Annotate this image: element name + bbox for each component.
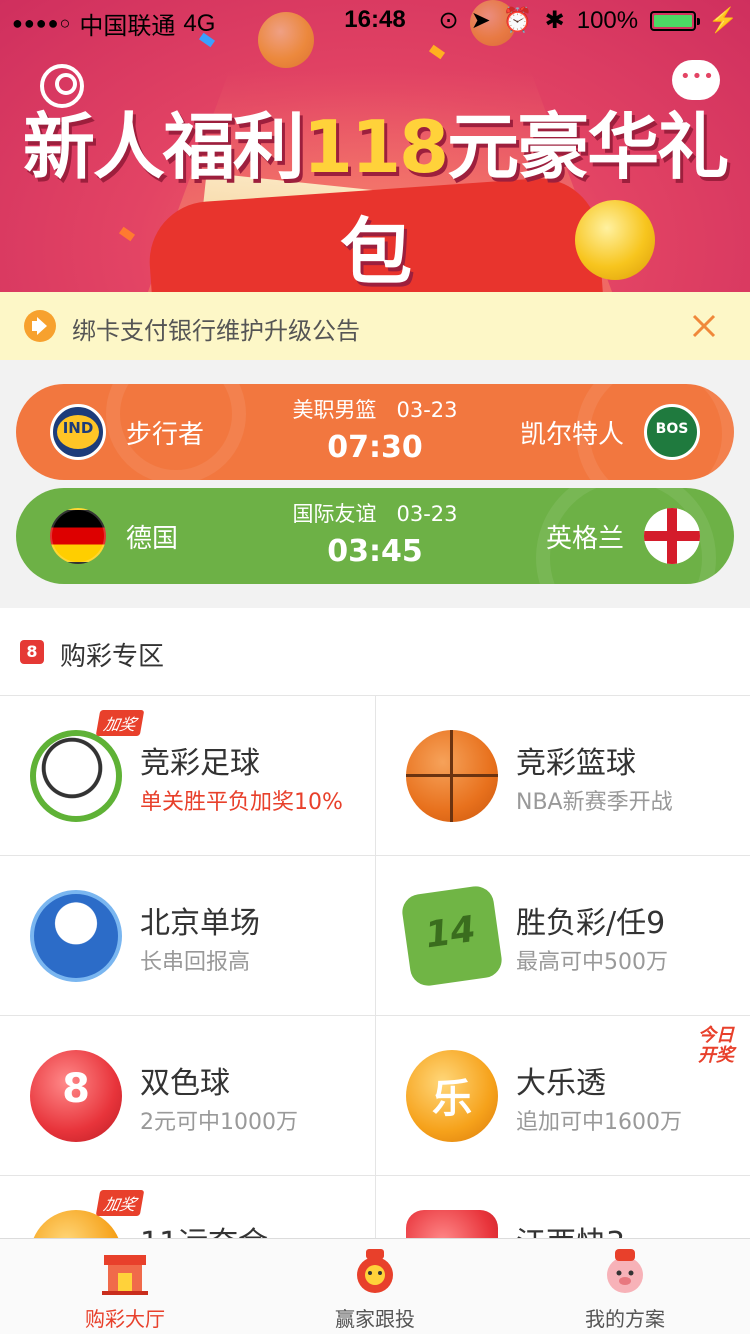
bonus-tag: 加奖 [95, 1190, 145, 1216]
section-badge: 8 [20, 640, 44, 664]
super-lotto-icon: 乐 [406, 1050, 498, 1142]
lottery-subtitle: 追加可中1600万 [516, 1110, 682, 1135]
away-team-name: 凯尔特人 [519, 420, 624, 450]
lottery-section: 8 购彩专区 加奖 竞彩足球 单关胜平负加奖10% 竞彩篮球 NBA新赛季开战 … [0, 608, 750, 1334]
tab-label: 购彩大厅 [85, 1307, 165, 1331]
beijing-single-icon [30, 890, 122, 982]
lottery-item-dlt[interactable]: 乐 今日开奖 大乐透 追加可中1600万 [375, 1016, 750, 1176]
lottery-name: 双色球 [140, 1066, 230, 1101]
match-time: 03:45 [327, 534, 423, 569]
lottery-subtitle: 最高可中500万 [516, 950, 668, 975]
lottery-item-bjdc[interactable]: 北京单场 长串回报高 [0, 856, 375, 1016]
tab-my-plans[interactable]: 我的方案 [500, 1239, 750, 1334]
double-color-ball-icon: 8 [30, 1050, 122, 1142]
promo-banner[interactable]: 新人福利118元豪华礼包 [0, 0, 750, 292]
lottery-item-jczq[interactable]: 加奖 竞彩足球 单关胜平负加奖10% [0, 696, 375, 856]
14-game-icon: 14 [400, 884, 504, 988]
match-card[interactable]: 德国 国际友谊 03-23 03:45 英格兰 [16, 488, 734, 584]
store-icon [102, 1255, 148, 1295]
section-title: 购彩专区 [60, 642, 165, 672]
bottom-tab-bar: 购彩大厅 赢家跟投 我的方案 [0, 1238, 750, 1334]
announcement-bar[interactable]: 绑卡支付银行维护升级公告 [0, 292, 750, 360]
lottery-subtitle: NBA新赛季开战 [516, 790, 673, 815]
draw-today-tag: 今日开奖 [698, 1025, 734, 1066]
match-time: 07:30 [327, 430, 423, 465]
tab-lottery-hall[interactable]: 购彩大厅 [0, 1239, 250, 1334]
football-icon [30, 730, 122, 822]
user-profile-icon[interactable] [40, 64, 84, 108]
tab-label: 我的方案 [585, 1307, 665, 1331]
lottery-subtitle: 2元可中1000万 [140, 1110, 298, 1135]
lottery-item-sfc[interactable]: 14 胜负彩/任9 最高可中500万 [375, 856, 750, 1016]
battery-icon [650, 10, 701, 31]
rotation-lock-icon: ⊙ [438, 7, 459, 34]
battery-percentage: 100% [576, 6, 639, 34]
lottery-item-ssq[interactable]: 8 双色球 2元可中1000万 [0, 1016, 375, 1176]
lottery-name: 北京单场 [140, 906, 260, 941]
charging-icon: ⚡ [708, 7, 738, 34]
section-header: 8 购彩专区 [0, 608, 750, 696]
match-league-date: 国际友谊 03-23 [292, 502, 458, 526]
close-icon[interactable] [688, 310, 720, 342]
announcement-text[interactable]: 绑卡支付银行维护升级公告 [72, 311, 360, 346]
england-flag-icon [644, 508, 700, 564]
lottery-subtitle: 长串回报高 [140, 950, 251, 975]
gift-lion-icon [357, 1249, 393, 1293]
confetti-decoration [428, 44, 446, 60]
celtics-logo-icon: BOS [644, 404, 700, 460]
banner-title: 新人福利118元豪华礼包 [22, 105, 729, 292]
basketball-icon [406, 730, 498, 822]
match-card[interactable]: IND 步行者 美职男篮 03-23 07:30 凯尔特人 BOS [16, 384, 734, 480]
bluetooth-icon: ✱ [544, 7, 565, 34]
location-icon: ➤ [470, 7, 491, 34]
bonus-tag: 加奖 [95, 710, 145, 736]
lottery-item-jclq[interactable]: 竞彩篮球 NBA新赛季开战 [375, 696, 750, 856]
mascot-icon [607, 1249, 643, 1293]
lottery-name: 胜负彩/任9 [516, 906, 666, 941]
lottery-name: 竞彩篮球 [516, 746, 636, 781]
message-icon[interactable] [672, 60, 720, 100]
featured-matches: IND 步行者 美职男篮 03-23 07:30 凯尔特人 BOS 德国 国际友… [0, 360, 750, 608]
lottery-subtitle: 单关胜平负加奖10% [140, 790, 343, 815]
match-league-date: 美职男篮 03-23 [292, 398, 458, 422]
lottery-name: 大乐透 [516, 1066, 606, 1101]
alarm-icon: ⏰ [502, 7, 533, 34]
lottery-name: 竞彩足球 [140, 746, 260, 781]
status-bar: ●●●●○ 中国联通 4G 16:48 ⊙ ➤ ⏰ ✱ 100% ⚡ [0, 0, 750, 40]
megaphone-icon [24, 310, 56, 342]
tab-label: 赢家跟投 [335, 1307, 415, 1331]
away-team-name: 英格兰 [545, 524, 624, 554]
tab-winner-follow[interactable]: 赢家跟投 [250, 1239, 500, 1334]
